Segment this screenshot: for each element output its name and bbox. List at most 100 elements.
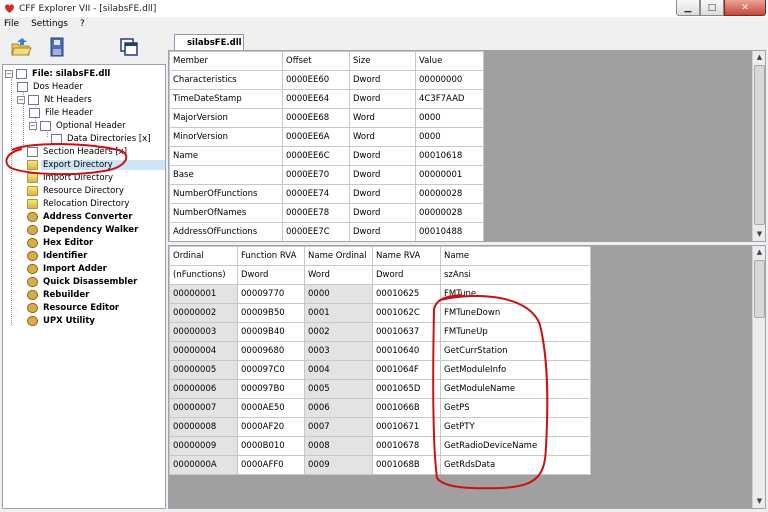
cell[interactable]: 0000B010	[237, 436, 305, 456]
cell[interactable]: 00010618	[415, 146, 484, 166]
scroll-down-icon[interactable]: ▼	[753, 495, 765, 508]
cell[interactable]: 0000AFF0	[237, 455, 305, 475]
cell[interactable]: GetModuleInfo	[440, 360, 591, 380]
tree-item-resource-directory[interactable]: Resource Directory	[27, 184, 126, 197]
tree-item-file[interactable]: − File: silabsFE.dll	[5, 67, 112, 80]
tab-silabsfe[interactable]: silabsFE.dll	[174, 34, 244, 50]
scroll-up-icon[interactable]: ▲	[753, 246, 765, 259]
tree-item-identifier[interactable]: Identifier	[27, 249, 89, 262]
cell[interactable]: 0000	[415, 108, 484, 128]
table-row[interactable]: 00000002 00009B50 0001 0001062C FMTuneDown	[169, 303, 591, 323]
cell[interactable]: GetRadioDeviceName	[440, 436, 591, 456]
table-row[interactable]: 00000004 00009680 0003 00010640 GetCurrStati…	[169, 341, 591, 361]
tree-item-data-directories[interactable]: Data Directories [x]	[51, 132, 153, 145]
collapse-icon[interactable]: −	[17, 95, 25, 104]
column-header[interactable]: Value	[415, 51, 484, 71]
tree-item-upx-utility[interactable]: UPX Utility	[27, 314, 97, 327]
table-row[interactable]: TimeDateStamp 0000EE64 Dword 4C3F7AAD	[169, 89, 484, 109]
column-header[interactable]: Name	[440, 246, 591, 266]
table-row[interactable]: 00000009 0000B010 0008 00010678 GetRadioDevi…	[169, 436, 591, 456]
table-row[interactable]: 00000007 0000AE50 0006 0001066B GetPS	[169, 398, 591, 418]
column-header[interactable]: Function RVA	[237, 246, 305, 266]
table-row[interactable]: 00000006 000097B0 0005 0001065D GetModuleNam…	[169, 379, 591, 399]
cell[interactable]: GetRdsData	[440, 455, 591, 475]
table-row[interactable]: 0000000A 0000AFF0 0009 0001068B GetRdsData	[169, 455, 591, 475]
cell[interactable]: 00010488	[415, 222, 484, 241]
table-row[interactable]: NumberOfFunctions 0000EE74 Dword 00000028	[169, 184, 484, 204]
tree-item-import-directory[interactable]: Import Directory	[27, 171, 115, 184]
scroll-down-icon[interactable]: ▼	[753, 228, 765, 241]
cell[interactable]: 0001064F	[372, 360, 441, 380]
cell[interactable]: GetPS	[440, 398, 591, 418]
scroll-thumb[interactable]	[754, 65, 765, 225]
tree-item-rebuilder[interactable]: Rebuilder	[27, 288, 91, 301]
cell[interactable]: 0000AE50	[237, 398, 305, 418]
column-header[interactable]: Ordinal	[169, 246, 238, 266]
cell[interactable]: FMTune	[440, 284, 591, 304]
upper-scrollbar[interactable]: ▲ ▼	[752, 51, 765, 241]
scroll-up-icon[interactable]: ▲	[753, 51, 765, 64]
table-row[interactable]: MajorVersion 0000EE68 Word 0000	[169, 108, 484, 128]
cell[interactable]: FMTuneDown	[440, 303, 591, 323]
menu-file[interactable]: File	[4, 19, 19, 29]
menu-settings[interactable]: Settings	[31, 19, 68, 29]
maximize-button[interactable]: □	[700, 0, 724, 16]
table-row[interactable]: 00000008 0000AF20 0007 00010671 GetPTY	[169, 417, 591, 437]
table-row[interactable]: 00000003 00009B40 0002 00010637 FMTuneUp	[169, 322, 591, 342]
tree-item-relocation-directory[interactable]: Relocation Directory	[27, 197, 131, 210]
table-row[interactable]: Name 0000EE6C Dword 00010618	[169, 146, 484, 166]
cell[interactable]: 00009770	[237, 284, 305, 304]
scroll-thumb[interactable]	[754, 260, 765, 318]
table-row[interactable]: 00000001 00009770 0000 00010625 FMTune	[169, 284, 591, 304]
open-folder-icon[interactable]	[10, 36, 32, 58]
collapse-icon[interactable]: −	[29, 121, 37, 130]
cell[interactable]: 0001066B	[372, 398, 441, 418]
cell[interactable]: 0000AF20	[237, 417, 305, 437]
cell[interactable]: 0000	[415, 127, 484, 147]
tree-item-file-header[interactable]: File Header	[29, 106, 95, 119]
cell[interactable]: 00010637	[372, 322, 441, 342]
table-row[interactable]: NumberOfNames 0000EE78 Dword 00000028	[169, 203, 484, 223]
cell[interactable]: 000097C0	[237, 360, 305, 380]
collapse-icon[interactable]: −	[5, 69, 13, 78]
tree-item-import-adder[interactable]: Import Adder	[27, 262, 109, 275]
cell[interactable]: 000097B0	[237, 379, 305, 399]
cell[interactable]: 00009B50	[237, 303, 305, 323]
tree-item-hex-editor[interactable]: Hex Editor	[27, 236, 95, 249]
cell[interactable]: 00000028	[415, 203, 484, 223]
cell[interactable]: 00009680	[237, 341, 305, 361]
lower-scrollbar[interactable]: ▲ ▼	[752, 246, 765, 508]
column-header[interactable]: Name RVA	[372, 246, 441, 266]
cell[interactable]: 00010678	[372, 436, 441, 456]
cell[interactable]: 00010671	[372, 417, 441, 437]
cell[interactable]: 00010640	[372, 341, 441, 361]
windows-icon[interactable]	[118, 36, 140, 58]
tree-item-export-directory[interactable]: Export Directory	[27, 158, 165, 171]
tree-item-quick-disassembler[interactable]: Quick Disassembler	[27, 275, 139, 288]
table-row[interactable]: Characteristics 0000EE60 Dword 00000000	[169, 70, 484, 90]
cell[interactable]: GetModuleName	[440, 379, 591, 399]
cell[interactable]: 00000028	[415, 184, 484, 204]
save-icon[interactable]	[46, 36, 68, 58]
column-header[interactable]: Name Ordinal	[304, 246, 373, 266]
table-row[interactable]: 00000005 000097C0 0004 0001064F GetModuleInf…	[169, 360, 591, 380]
tree-item-address-converter[interactable]: Address Converter	[27, 210, 134, 223]
cell[interactable]: 00009B40	[237, 322, 305, 342]
cell[interactable]: GetCurrStation	[440, 341, 591, 361]
cell[interactable]: 00000000	[415, 70, 484, 90]
tree-item-nt-headers[interactable]: − Nt Headers	[17, 93, 94, 106]
close-button[interactable]: ✕	[724, 0, 766, 16]
column-header[interactable]: Offset	[282, 51, 350, 71]
cell[interactable]: FMTuneUp	[440, 322, 591, 342]
tree-item-dependency-walker[interactable]: Dependency Walker	[27, 223, 140, 236]
cell[interactable]: 0001065D	[372, 379, 441, 399]
cell[interactable]: 0001068B	[372, 455, 441, 475]
cell[interactable]: GetPTY	[440, 417, 591, 437]
table-row[interactable]: AddressOfFunctions 0000EE7C Dword 00010488	[169, 222, 484, 241]
minimize-button[interactable]: ▁	[676, 0, 700, 16]
tree-item-optional-header[interactable]: − Optional Header	[29, 119, 128, 132]
menu-help[interactable]: ?	[80, 19, 85, 29]
table-row[interactable]: Base 0000EE70 Dword 00000001	[169, 165, 484, 185]
column-header[interactable]: Member	[169, 51, 283, 71]
column-header[interactable]: Size	[349, 51, 416, 71]
